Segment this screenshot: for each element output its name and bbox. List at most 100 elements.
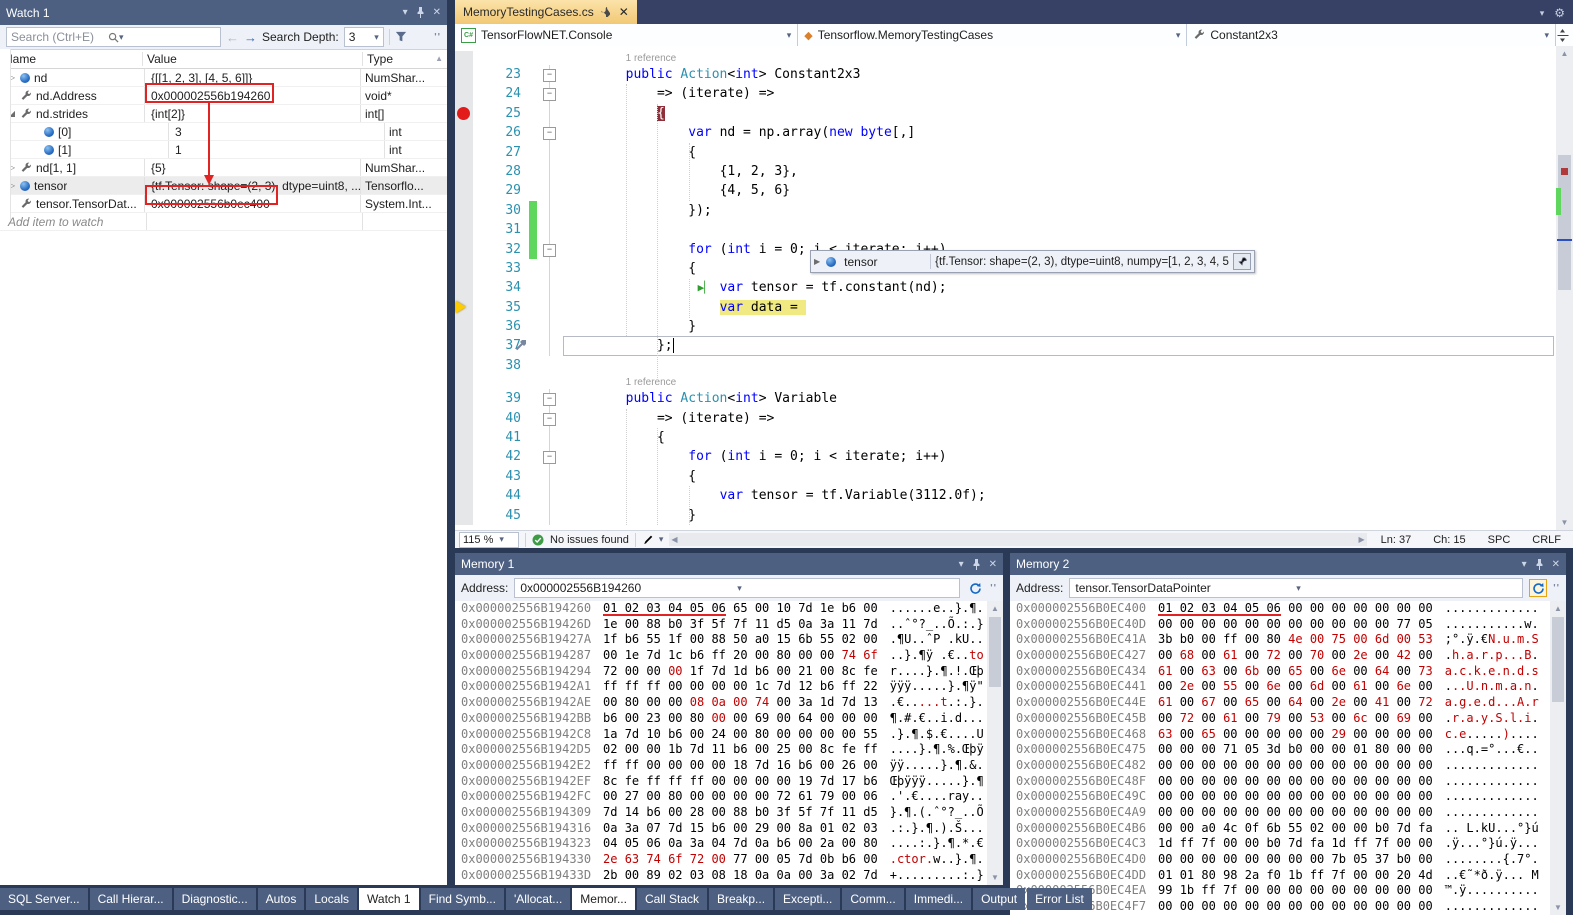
refresh-button[interactable] [1529,579,1547,597]
scroll-up-icon[interactable]: ▲ [1556,46,1573,61]
toolbar-overflow-icon[interactable]: '' [1553,583,1560,594]
watch-titlebar[interactable]: Watch 1 ▾ ✕ [0,0,447,25]
code-line[interactable]: 37}; [455,336,1556,355]
code-line[interactable]: 25{ [455,104,1556,123]
run-to-cursor-icon[interactable]: ▶▏ [698,281,711,294]
breakpoint-margin[interactable] [455,317,473,336]
search-back-icon[interactable]: ← [226,30,239,45]
bottom-tab-immedi[interactable]: Immedi... [906,888,971,910]
brush-icon[interactable] [642,534,653,545]
breakpoint-margin[interactable] [455,201,473,220]
close-icon[interactable]: ✕ [433,7,441,18]
breakpoint-margin[interactable] [455,123,473,142]
watch-row[interactable]: ▷nd{[[1, 2, 3], [4, 5, 6]]}NumShar... [0,69,447,87]
project-dropdown[interactable]: C# TensorFlowNET.Console▾ [455,24,798,46]
split-window-button[interactable] [1556,24,1573,46]
window-menu-icon[interactable]: ▾ [403,7,408,18]
column-value[interactable]: Value [142,52,362,66]
fold-collapse-icon[interactable]: − [543,244,556,257]
breakpoint-margin[interactable] [455,336,473,355]
code-line[interactable]: 29{4, 5, 6} [455,181,1556,200]
refresh-button[interactable] [966,579,984,597]
watch-add-item-row[interactable]: Add item to watch [0,213,447,231]
breakpoint-margin[interactable] [455,409,473,428]
close-icon[interactable]: ✕ [1552,559,1560,570]
breakpoint-margin[interactable] [455,356,473,375]
breakpoint-margin[interactable] [455,278,473,297]
toolbar-overflow-icon[interactable]: '' [434,32,441,43]
code-line[interactable]: 44var tensor = tf.Variable(3112.0f); [455,486,1556,505]
breakpoint-margin[interactable] [455,298,473,317]
memory1-hexdump[interactable]: 0x000002556B19426001 02 03 04 05 06 65 0… [455,601,1003,885]
search-forward-icon[interactable]: → [244,30,257,45]
bottom-tab-call-stack[interactable]: Call Stack [637,888,707,910]
watch-row[interactable]: nd.Address0x000002556b194260void* [0,87,447,105]
zoom-select[interactable]: 115 %▾ [459,532,519,548]
code-line[interactable]: 34var tensor = tf.constant(nd);▶▏ [455,278,1556,297]
breakpoint-margin[interactable] [455,467,473,486]
bottom-tab-allocat[interactable]: 'Allocat... [506,888,570,910]
member-dropdown[interactable]: Constant2x3▾ [1187,24,1556,46]
fold-collapse-icon[interactable]: − [543,127,556,140]
window-menu-icon[interactable]: ▾ [1522,559,1527,570]
scroll-up-icon[interactable]: ▲ [435,54,443,63]
code-line[interactable]: 38 [455,356,1556,375]
pin-icon[interactable] [972,559,981,570]
breakpoint-margin[interactable] [455,259,473,278]
code-line[interactable]: 24−=> (iterate) => [455,84,1556,103]
breakpoint-margin[interactable] [455,240,473,259]
codelens-reference[interactable]: 1 reference [455,51,1556,65]
gear-icon[interactable]: ⚙ [1554,6,1565,20]
pin-icon[interactable] [416,7,425,18]
code-area[interactable]: 1 reference23−public Action<int> Constan… [455,46,1556,535]
breakpoint-margin[interactable] [455,375,473,389]
close-icon[interactable]: ✕ [989,559,997,570]
codelens-label[interactable]: 1 reference [626,53,677,64]
fold-collapse-icon[interactable]: − [543,413,556,426]
filter-icon[interactable] [395,31,407,43]
memory2-address-input[interactable]: tensor.TensorDataPointer▾ [1069,578,1523,598]
document-tab[interactable]: MemoryTestingCases.cs ✕ [455,0,637,24]
breakpoint-margin[interactable] [455,51,473,65]
close-icon[interactable]: ✕ [619,5,629,19]
code-line[interactable]: 35var data = [455,298,1556,317]
tab-dropdown-icon[interactable]: ▾ [1540,8,1545,19]
memory1-address-input[interactable]: 0x000002556B194260▾ [514,578,960,598]
class-dropdown[interactable]: ◆ Tensorflow.MemoryTestingCases▾ [798,24,1187,46]
search-dropdown-icon[interactable]: ▾ [119,32,216,43]
toolbar-overflow-icon[interactable]: '' [990,583,997,594]
breakpoint-margin[interactable] [455,486,473,505]
code-line[interactable]: 30}); [455,201,1556,220]
breakpoint-margin[interactable] [455,104,473,123]
search-depth-select[interactable]: 3▾ [344,27,384,47]
column-name[interactable]: Name [0,52,142,66]
datatip-pin-button[interactable] [1233,253,1251,270]
bottom-tab-memor[interactable]: Memor... [572,888,635,910]
search-input[interactable]: Search (Ctrl+E) ▾ [6,27,221,47]
bottom-tab-watch-1[interactable]: Watch 1 [359,888,419,910]
issues-status[interactable]: No issues found [550,534,629,546]
code-line[interactable]: 39−public Action<int> Variable [455,389,1556,408]
breakpoint-margin[interactable] [455,428,473,447]
scroll-down-icon[interactable]: ▼ [1556,515,1573,530]
code-line[interactable]: 28{1, 2, 3}, [455,162,1556,181]
code-line[interactable]: 42−for (int i = 0; i < iterate; i++) [455,447,1556,466]
breakpoint-margin[interactable] [455,220,473,239]
editor-vertical-scrollbar[interactable]: ▲ ▼ [1556,46,1573,530]
bottom-tab-comm[interactable]: Comm... [842,888,903,910]
code-line[interactable]: 41{ [455,428,1556,447]
code-line[interactable]: 45} [455,506,1556,525]
expander-icon[interactable]: ▶ [814,257,820,266]
breakpoint-margin[interactable] [455,143,473,162]
code-line[interactable]: 43{ [455,467,1556,486]
bottom-tab-diagnostic[interactable]: Diagnostic... [174,888,256,910]
code-line[interactable]: 27{ [455,143,1556,162]
window-menu-icon[interactable]: ▾ [959,559,964,570]
scrollbar-thumb[interactable] [1558,155,1571,290]
watch-column-headers[interactable]: Name Value Type ▲ [0,50,447,69]
memory1-scrollbar[interactable]: ▲ ▼ [987,601,1003,885]
bottom-tab-excepti[interactable]: Excepti... [775,888,840,910]
breakpoint-margin[interactable] [455,84,473,103]
memory1-titlebar[interactable]: Memory 1 ▾ ✕ [455,553,1003,575]
memory2-hexdump[interactable]: 0x000002556B0EC40001 02 03 04 05 06 00 0… [1010,601,1566,915]
